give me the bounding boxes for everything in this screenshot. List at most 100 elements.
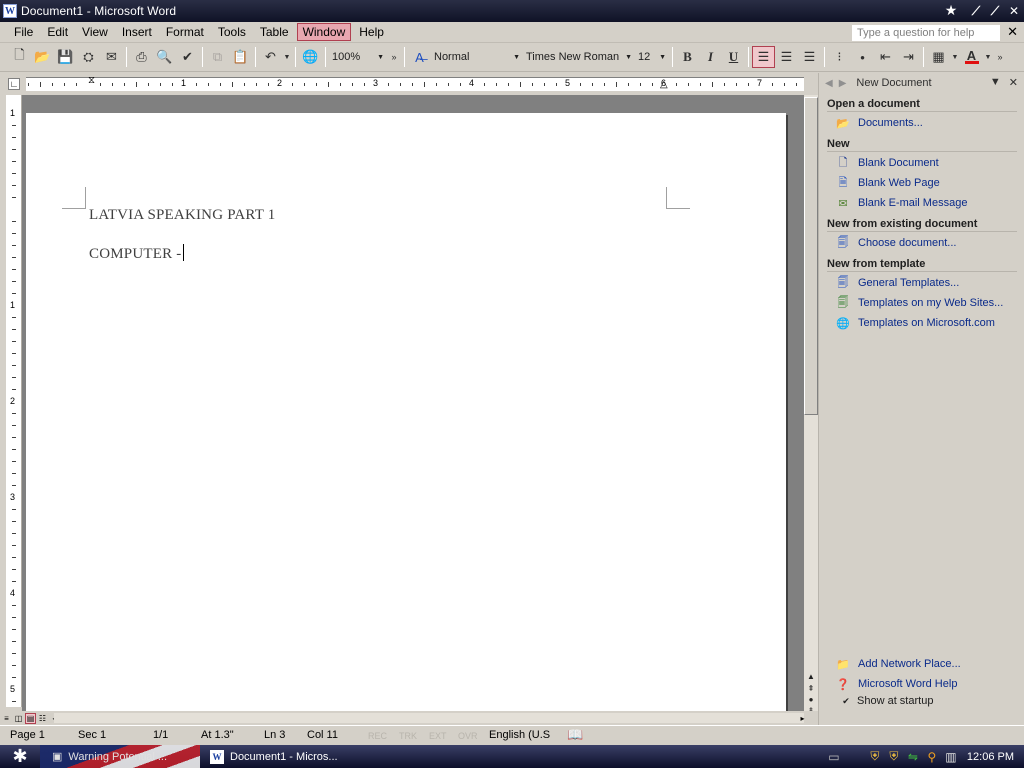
font-color-icon[interactable]: A — [960, 46, 983, 68]
decrease-indent-icon[interactable]: ⇤ — [874, 46, 897, 68]
menu-file[interactable]: File — [8, 23, 39, 41]
menu-window[interactable]: Window — [296, 23, 352, 41]
print-preview-icon[interactable]: 🔍 — [153, 46, 176, 68]
link-microsoft-templates[interactable]: 🌐 Templates on Microsoft.com — [835, 316, 995, 330]
styles-formatting-icon[interactable]: A̶ — [408, 46, 431, 68]
volume-icon[interactable]: ▥ — [943, 749, 959, 765]
scrollbar-thumb[interactable] — [804, 97, 818, 415]
menu-view[interactable]: View — [76, 23, 114, 41]
numbering-icon[interactable]: ⁝ — [828, 46, 851, 68]
back-arrow-icon[interactable]: ◀ — [825, 78, 833, 89]
open-folder-icon[interactable]: 📂 — [31, 46, 54, 68]
menu-help[interactable]: Help — [353, 23, 390, 41]
link-blank-email[interactable]: ✉ Blank E-mail Message — [835, 196, 967, 210]
print-layout-icon[interactable]: ▤ — [25, 712, 36, 724]
maximize-button[interactable]: ⟋ — [987, 3, 1003, 19]
horizontal-ruler[interactable]: ⧖ △ 1234567 — [26, 75, 804, 91]
new-document-icon[interactable]: 🗋 — [8, 46, 31, 68]
network-folder-icon: 📁 — [836, 658, 850, 671]
link-add-network-place[interactable]: 📁 Add Network Place... — [835, 657, 961, 671]
outline-view-icon[interactable]: ☷ — [37, 713, 48, 724]
shield-icon[interactable]: ⛨ — [886, 749, 902, 765]
taskbar-item-warning[interactable]: ▣ Warning Potential ... — [48, 747, 198, 766]
toolbar-options-icon[interactable]: » — [387, 46, 401, 68]
link-web-templates[interactable]: 🗐 Templates on my Web Sites... — [835, 296, 1004, 310]
minimize-button[interactable]: ⟋ — [968, 3, 984, 19]
menu-format[interactable]: Format — [160, 23, 210, 41]
borders-dropdown-icon[interactable]: ▼ — [950, 46, 960, 68]
undo-dropdown-icon[interactable]: ▼ — [282, 46, 292, 68]
normal-view-icon[interactable]: ≡ — [1, 713, 12, 724]
menu-insert[interactable]: Insert — [116, 23, 158, 41]
toolbar-options-icon[interactable]: » — [993, 46, 1007, 68]
network-icon[interactable]: ⇋ — [905, 749, 921, 765]
font-size-select[interactable]: 12 ▼ — [635, 48, 669, 66]
tab-selector[interactable]: ∟ — [8, 78, 20, 90]
task-pane-menu-icon[interactable]: ▼ — [990, 76, 1001, 89]
spelling-status-icon[interactable]: 📖 — [567, 727, 583, 743]
link-documents[interactable]: 📂 Documents... — [835, 116, 923, 130]
save-icon[interactable]: 💾 — [54, 46, 77, 68]
horizontal-scroll-track[interactable] — [54, 713, 804, 723]
paste-icon[interactable]: 📋 — [229, 46, 252, 68]
ruler-tick — [12, 137, 16, 138]
start-button[interactable]: ✱ — [0, 745, 40, 768]
bullets-icon[interactable]: • — [851, 46, 874, 68]
ruler-number: 5 — [10, 684, 16, 694]
style-select[interactable]: Normal ▼ — [431, 48, 523, 66]
ruler-number: 4 — [10, 588, 16, 598]
copy-icon[interactable]: ⧉ — [206, 46, 229, 68]
document-line-1[interactable]: LATVIA SPEAKING PART 1 — [89, 207, 275, 224]
align-center-icon[interactable]: ☰ — [775, 46, 798, 68]
status-ovr[interactable]: OVR — [458, 731, 478, 741]
status-ext[interactable]: EXT — [429, 731, 447, 741]
document-page[interactable]: LATVIA SPEAKING PART 1 COMPUTER - — [26, 113, 786, 711]
document-close-icon[interactable]: ✕ — [1007, 24, 1018, 40]
link-word-help[interactable]: ❓ Microsoft Word Help — [835, 677, 957, 691]
status-language[interactable]: English (U.S — [489, 729, 550, 741]
permission-icon[interactable]: ⛭ — [77, 46, 100, 68]
status-trk[interactable]: TRK — [399, 731, 417, 741]
align-left-icon[interactable]: ☰ — [752, 46, 775, 68]
menu-table[interactable]: Table — [254, 23, 295, 41]
forward-arrow-icon[interactable]: ▶ — [839, 78, 847, 89]
keyboard-icon[interactable]: ▭ — [826, 749, 842, 765]
font-color-dropdown-icon[interactable]: ▼ — [983, 46, 993, 68]
align-right-icon[interactable]: ☰ — [798, 46, 821, 68]
web-globe-icon[interactable]: 🌐 — [299, 46, 322, 68]
vertical-scrollbar[interactable]: ▲ ⇞ ● ⇟ — [804, 95, 818, 715]
vertical-ruler[interactable]: 1 1 2 3 4 5 — [6, 95, 22, 707]
close-button[interactable]: ✕ — [1006, 3, 1022, 19]
increase-indent-icon[interactable]: ⇥ — [897, 46, 920, 68]
zoom-select[interactable]: 100% ▼ — [329, 48, 387, 66]
word-app-icon[interactable]: W — [3, 4, 17, 18]
taskbar-item-document1[interactable]: W Document1 - Micros... — [206, 747, 366, 766]
email-send-icon[interactable]: ✉ — [100, 46, 123, 68]
menu-tools[interactable]: Tools — [212, 23, 252, 41]
scroll-right-icon[interactable]: ▸ — [797, 713, 808, 724]
italic-button[interactable]: I — [699, 46, 722, 68]
document-line-2[interactable]: COMPUTER - — [89, 244, 185, 263]
first-line-indent-marker[interactable]: ⧖ — [88, 75, 95, 86]
web-layout-icon[interactable]: ◫ — [13, 713, 24, 724]
bold-button[interactable]: B — [676, 46, 699, 68]
spelling-check-icon[interactable]: ✔ — [176, 46, 199, 68]
clock[interactable]: 12:06 PM — [967, 751, 1014, 763]
font-select[interactable]: Times New Roman ▼ — [523, 48, 635, 66]
status-rec[interactable]: REC — [368, 731, 387, 741]
undo-icon[interactable]: ↶ — [259, 46, 282, 68]
menu-edit[interactable]: Edit — [41, 23, 74, 41]
section-open-document: Open a document — [827, 98, 1017, 112]
search-icon[interactable]: ⚲ — [924, 749, 940, 765]
show-at-startup-checkbox[interactable]: ✔ Show at startup — [841, 695, 933, 707]
link-blank-document[interactable]: 🗋 Blank Document — [835, 156, 939, 170]
print-icon[interactable]: ⎙ — [130, 46, 153, 68]
borders-icon[interactable]: ▦ — [927, 46, 950, 68]
shield-icon[interactable]: ⛨ — [867, 749, 883, 765]
underline-button[interactable]: U — [722, 46, 745, 68]
ask-question-input[interactable]: Type a question for help — [852, 25, 1000, 41]
link-general-templates[interactable]: 🗐 General Templates... — [835, 276, 960, 290]
link-blank-web-page[interactable]: 🗎 Blank Web Page — [835, 176, 940, 190]
link-choose-document[interactable]: 🗐 Choose document... — [835, 236, 957, 250]
task-pane-close-icon[interactable]: ✕ — [1009, 76, 1018, 89]
